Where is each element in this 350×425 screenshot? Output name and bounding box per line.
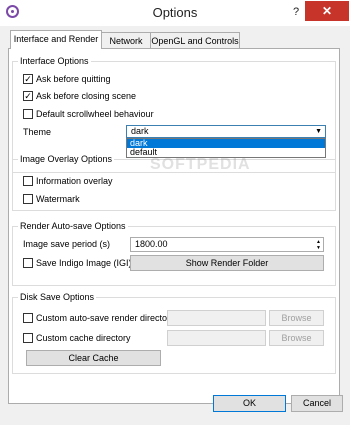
image-save-period-value: 1800.00	[135, 239, 168, 249]
cancel-button[interactable]: Cancel	[291, 395, 343, 412]
disk-save-options-group: Disk Save Options Custom auto-save rende…	[12, 292, 336, 374]
ask-before-quitting-option[interactable]: ✓ Ask before quitting	[23, 72, 111, 86]
tab-network[interactable]: Network	[101, 32, 151, 48]
interface-options-title: Interface Options	[18, 56, 91, 66]
autosave-options-group: Render Auto-save Options Image save peri…	[12, 221, 336, 286]
scrollwheel-label: Default scrollwheel behaviour	[36, 109, 154, 119]
scrollwheel-checkbox[interactable]	[23, 108, 33, 119]
theme-select[interactable]: dark ▼	[126, 125, 326, 138]
save-igi-checkbox[interactable]	[23, 257, 33, 268]
spin-arrows-icon[interactable]: ▲ ▼	[316, 239, 321, 251]
watermark-checkbox[interactable]	[23, 193, 33, 204]
save-igi-label: Save Indigo Image (IGI)	[36, 258, 132, 268]
browse-cache-dir-button: Browse	[269, 330, 324, 346]
image-save-period-label: Image save period (s)	[23, 239, 111, 249]
ask-before-closing-checkbox[interactable]: ✓	[23, 90, 33, 101]
information-overlay-label: Information overlay	[36, 176, 113, 186]
tab-interface-and-render[interactable]: Interface and Render	[10, 30, 102, 49]
title-bar: Options ? ✕	[0, 0, 350, 26]
ok-button[interactable]: OK	[213, 395, 286, 412]
custom-cache-dir-label: Custom cache directory	[36, 333, 131, 343]
softpedia-watermark: SOFTPEDIA	[150, 156, 251, 173]
close-button[interactable]: ✕	[305, 1, 349, 21]
custom-cache-dir-option[interactable]: Custom cache directory	[23, 331, 131, 345]
tab-opengl-and-controls[interactable]: OpenGL and Controls	[150, 32, 240, 48]
watermark-option[interactable]: Watermark	[23, 192, 80, 206]
save-igi-option[interactable]: Save Indigo Image (IGI)	[23, 256, 132, 270]
dialog-body: Interface and Render Network OpenGL and …	[0, 26, 350, 425]
image-save-period-spinbox[interactable]: 1800.00 ▲ ▼	[130, 237, 324, 252]
autosave-options-title: Render Auto-save Options	[18, 221, 128, 231]
disk-save-options-title: Disk Save Options	[18, 292, 97, 302]
ask-before-closing-label: Ask before closing scene	[36, 91, 137, 101]
scrollwheel-option[interactable]: Default scrollwheel behaviour	[23, 107, 154, 121]
custom-cache-dir-field	[167, 330, 266, 346]
ask-before-quitting-label: Ask before quitting	[36, 74, 111, 84]
clear-cache-button[interactable]: Clear Cache	[26, 350, 161, 366]
help-button[interactable]: ?	[289, 4, 303, 20]
ask-before-quitting-checkbox[interactable]: ✓	[23, 73, 33, 84]
information-overlay-checkbox[interactable]	[23, 175, 33, 186]
browse-render-dir-button: Browse	[269, 310, 324, 326]
custom-render-dir-checkbox[interactable]	[23, 312, 33, 323]
theme-label: Theme	[23, 127, 52, 137]
show-render-folder-button[interactable]: Show Render Folder	[130, 255, 324, 271]
information-overlay-option[interactable]: Information overlay	[23, 174, 113, 188]
overlay-options-title: Image Overlay Options	[18, 154, 115, 164]
watermark-label: Watermark	[36, 194, 80, 204]
theme-select-value: dark	[131, 126, 149, 136]
ask-before-closing-option[interactable]: ✓ Ask before closing scene	[23, 89, 136, 103]
chevron-down-icon: ▼	[315, 128, 322, 135]
custom-render-dir-label: Custom auto-save render directory	[36, 313, 175, 323]
theme-dropdown-list: dark default	[126, 138, 326, 158]
custom-render-dir-field	[167, 310, 266, 326]
custom-cache-dir-checkbox[interactable]	[23, 332, 33, 343]
custom-render-dir-option[interactable]: Custom auto-save render directory	[23, 311, 175, 325]
